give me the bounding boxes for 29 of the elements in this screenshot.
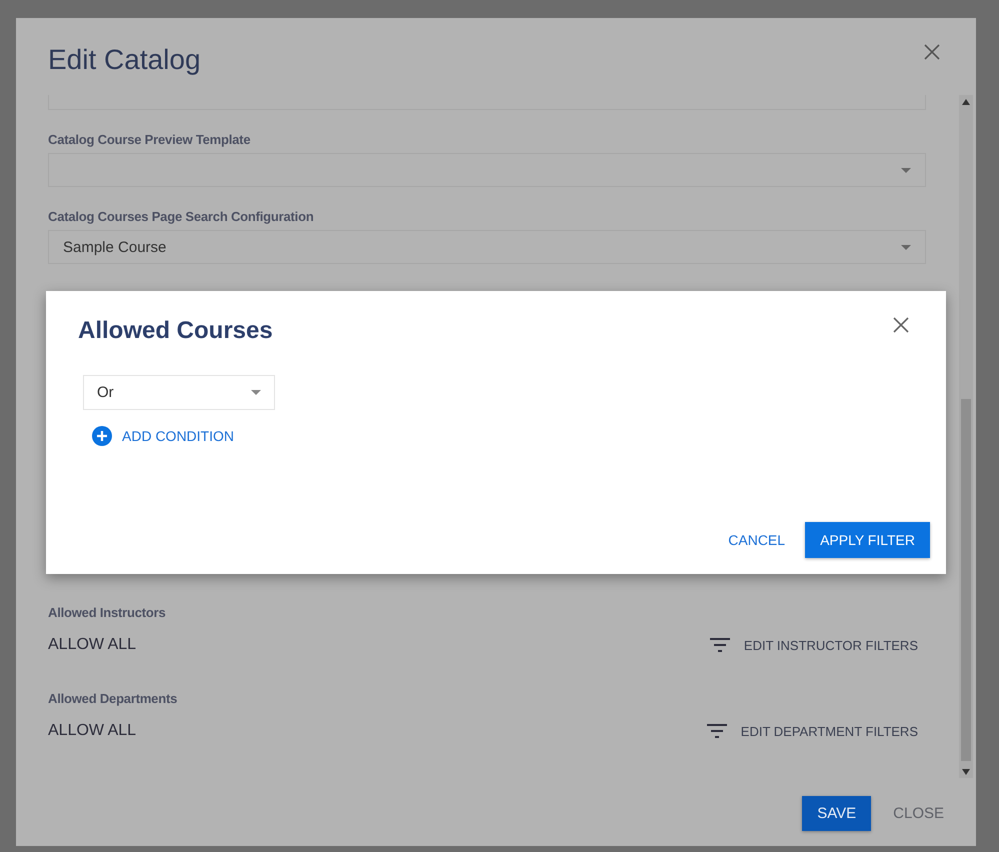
field-label: Allowed Departments: [48, 691, 178, 706]
add-condition-button[interactable]: ADD CONDITION: [92, 426, 234, 446]
filter-value: ALLOW ALL: [48, 636, 136, 654]
select-field[interactable]: [48, 153, 926, 187]
caret-icon: [251, 390, 261, 395]
edit-filters-button[interactable]: EDIT DEPARTMENT FILTERS: [706, 724, 926, 738]
dialog-title: Edit Catalog: [48, 44, 201, 76]
modal-title: Allowed Courses: [78, 317, 273, 345]
field-label: Allowed Instructors: [48, 605, 167, 620]
select-field[interactable]: Sample Course: [48, 230, 926, 264]
caret-icon: [901, 168, 911, 172]
text-button[interactable]: CANCEL: [728, 532, 786, 548]
filter-value: ALLOW ALL: [48, 722, 136, 740]
caret-icon: [901, 244, 911, 250]
filter-icon: [706, 724, 727, 738]
field-label: Catalog Courses Page Search Configuration: [48, 209, 315, 224]
close-icon[interactable]: [893, 317, 909, 333]
close-icon[interactable]: [924, 44, 940, 60]
field-label: Catalog Course Preview Template: [48, 132, 252, 147]
scroll-down-icon[interactable]: [962, 769, 970, 775]
operator-select[interactable]: Or: [83, 375, 275, 410]
filter-icon: [710, 638, 730, 652]
scrollbar[interactable]: [959, 95, 973, 778]
edit-filters-button[interactable]: EDIT INSTRUCTOR FILTERS: [710, 638, 926, 652]
primary-button[interactable]: APPLY FILTER: [805, 522, 930, 558]
scroll-up-icon[interactable]: [962, 99, 970, 105]
primary-button[interactable]: SAVE: [802, 796, 872, 831]
plus-circle-icon: [92, 426, 112, 446]
text-button[interactable]: CLOSE: [885, 796, 952, 831]
